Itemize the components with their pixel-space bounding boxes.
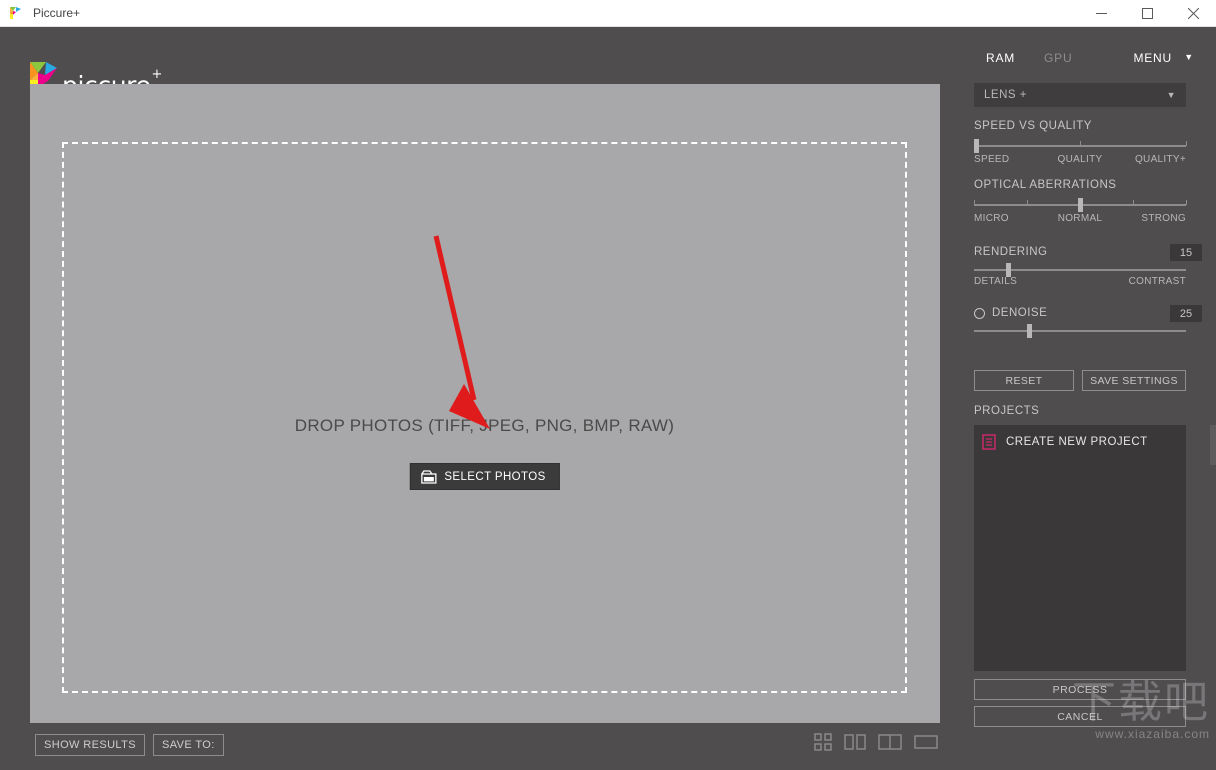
window-title: Piccure+ bbox=[33, 6, 81, 20]
denoise-slider[interactable] bbox=[974, 324, 1186, 338]
cancel-button[interactable]: CANCEL bbox=[974, 706, 1186, 727]
rendering-slider[interactable] bbox=[974, 263, 1186, 277]
radio-unchecked-icon[interactable] bbox=[974, 308, 985, 319]
projects-label: PROJECTS bbox=[974, 405, 1040, 417]
save-to-button[interactable]: SAVE TO: bbox=[153, 734, 224, 756]
window-controls bbox=[1078, 0, 1216, 27]
optical-aberrations-handle[interactable] bbox=[1078, 198, 1083, 212]
reset-button[interactable]: RESET bbox=[974, 370, 1074, 391]
window-app-icon bbox=[8, 5, 24, 21]
view-mode-switcher bbox=[814, 733, 938, 751]
ram-tab[interactable]: RAM bbox=[986, 51, 1015, 65]
optical-aberrations-label: OPTICAL ABERRATIONS bbox=[974, 179, 1117, 191]
bottom-bar-left-actions: SHOW RESULTS SAVE TO: bbox=[35, 734, 224, 756]
settings-sidebar: RAM GPU MENU ▼ LENS + ▼ SPEED VS QUALITY… bbox=[960, 27, 1216, 743]
denoise-handle[interactable] bbox=[1027, 324, 1032, 338]
window-titlebar: Piccure+ bbox=[0, 0, 1216, 27]
scale-min: SPEED bbox=[974, 154, 1010, 165]
create-new-project-item[interactable]: CREATE NEW PROJECT bbox=[982, 434, 1148, 450]
sidebar-top-row: RAM GPU MENU ▼ bbox=[960, 47, 1216, 69]
photo-folder-icon bbox=[420, 469, 437, 484]
split-view-icon[interactable] bbox=[878, 733, 902, 751]
speed-vs-quality-handle[interactable] bbox=[974, 139, 979, 153]
gpu-tab[interactable]: GPU bbox=[1044, 51, 1072, 65]
scale-mid: QUALITY bbox=[1057, 154, 1103, 165]
optical-aberrations-slider[interactable] bbox=[974, 198, 1187, 212]
scale-min: MICRO bbox=[974, 213, 1009, 224]
speed-vs-quality-slider[interactable] bbox=[974, 139, 1187, 153]
brand-superscript: + bbox=[151, 67, 163, 82]
select-photos-label: SELECT PHOTOS bbox=[444, 470, 546, 483]
projects-scrollbar[interactable] bbox=[1210, 425, 1216, 671]
rendering-handle[interactable] bbox=[1005, 263, 1011, 277]
scale-mid: NORMAL bbox=[1057, 213, 1103, 224]
close-icon[interactable] bbox=[1170, 0, 1216, 27]
rendering-value: 15 bbox=[1170, 244, 1202, 261]
app-header: piccure + bbox=[0, 27, 960, 98]
grid-view-icon[interactable] bbox=[814, 733, 832, 751]
application-body: piccure + DROP PHOTOS (TIFF, JPEG, PNG, … bbox=[0, 27, 1216, 756]
projects-panel[interactable]: CREATE NEW PROJECT bbox=[974, 425, 1186, 671]
speed-vs-quality-label: SPEED VS QUALITY bbox=[974, 120, 1092, 132]
drop-zone[interactable]: DROP PHOTOS (TIFF, JPEG, PNG, BMP, RAW) … bbox=[62, 142, 907, 693]
sidebar-bottom-actions: PROCESS CANCEL bbox=[974, 679, 1186, 733]
scale-max: STRONG bbox=[1141, 213, 1186, 224]
scale-max: QUALITY+ bbox=[1134, 154, 1186, 165]
new-project-icon bbox=[982, 434, 996, 450]
photo-canvas[interactable]: DROP PHOTOS (TIFF, JPEG, PNG, BMP, RAW) … bbox=[30, 84, 940, 723]
canvas-bottom-bar: SHOW RESULTS SAVE TO: bbox=[0, 723, 960, 770]
scale-max: CONTRAST bbox=[1128, 276, 1186, 287]
process-button[interactable]: PROCESS bbox=[974, 679, 1186, 700]
chevron-down-icon[interactable]: ▼ bbox=[1184, 52, 1194, 62]
show-results-button[interactable]: SHOW RESULTS bbox=[35, 734, 145, 756]
scrollbar-thumb[interactable] bbox=[1210, 425, 1216, 465]
scale-min: DETAILS bbox=[974, 276, 1018, 287]
chevron-down-icon: ▼ bbox=[1166, 90, 1176, 100]
drop-zone-label: DROP PHOTOS (TIFF, JPEG, PNG, BMP, RAW) bbox=[294, 416, 675, 435]
denoise-value: 25 bbox=[1170, 305, 1202, 322]
maximize-icon[interactable] bbox=[1124, 0, 1170, 27]
rendering-label: RENDERING bbox=[974, 246, 1048, 258]
select-photos-button[interactable]: SELECT PHOTOS bbox=[409, 463, 560, 490]
save-settings-button[interactable]: SAVE SETTINGS bbox=[1082, 370, 1186, 391]
create-new-project-label: CREATE NEW PROJECT bbox=[1006, 436, 1148, 448]
menu-button[interactable]: MENU bbox=[1133, 51, 1172, 65]
settings-button-row: RESET SAVE SETTINGS bbox=[974, 370, 1186, 391]
lens-select-dropdown[interactable]: LENS + ▼ bbox=[974, 83, 1186, 107]
lens-select-value: LENS + bbox=[984, 89, 1027, 101]
two-pane-view-icon[interactable] bbox=[844, 733, 866, 751]
denoise-label: DENOISE bbox=[992, 307, 1048, 319]
single-view-icon[interactable] bbox=[914, 733, 938, 751]
minimize-icon[interactable] bbox=[1078, 0, 1124, 27]
